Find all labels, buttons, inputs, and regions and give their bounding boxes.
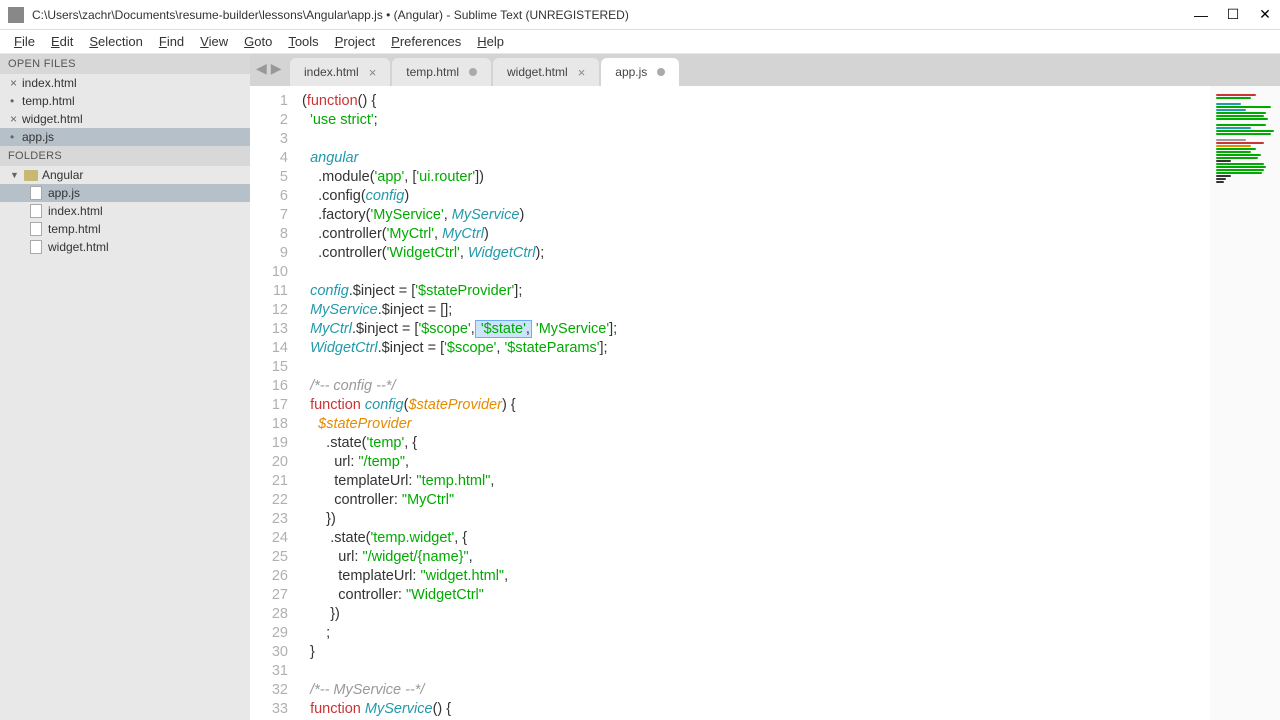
- file-icon: [30, 222, 42, 236]
- file-name: app.js: [22, 130, 54, 144]
- dirty-icon[interactable]: [657, 68, 665, 76]
- tab-label: index.html: [304, 65, 359, 79]
- file-name: index.html: [48, 204, 103, 218]
- close-icon[interactable]: ×: [369, 65, 377, 80]
- open-file-item[interactable]: •app.js: [0, 128, 250, 146]
- file-name: widget.html: [22, 112, 83, 126]
- close-button[interactable]: ✕: [1258, 8, 1272, 22]
- menu-project[interactable]: Project: [327, 32, 383, 51]
- maximize-button[interactable]: ☐: [1226, 8, 1240, 22]
- sidebar: OPEN FILES ×index.html•temp.html×widget.…: [0, 54, 250, 720]
- minimap[interactable]: [1210, 86, 1280, 720]
- tree-file-item[interactable]: index.html: [0, 202, 250, 220]
- dirty-icon[interactable]: •: [10, 130, 20, 144]
- tab-label: widget.html: [507, 65, 568, 79]
- tab[interactable]: widget.html ×: [493, 58, 599, 86]
- title-bar: C:\Users\zachr\Documents\resume-builder\…: [0, 0, 1280, 30]
- tab[interactable]: index.html ×: [290, 58, 390, 86]
- window-title: C:\Users\zachr\Documents\resume-builder\…: [32, 8, 1194, 22]
- menu-selection[interactable]: Selection: [81, 32, 150, 51]
- menu-file[interactable]: File: [6, 32, 43, 51]
- dirty-icon[interactable]: •: [10, 94, 20, 108]
- open-file-item[interactable]: ×widget.html: [0, 110, 250, 128]
- close-icon[interactable]: ×: [10, 112, 20, 126]
- tab-label: temp.html: [406, 65, 459, 79]
- tree-file-item[interactable]: app.js: [0, 184, 250, 202]
- open-files-header: OPEN FILES: [0, 54, 250, 74]
- file-name: widget.html: [48, 240, 109, 254]
- line-gutter: 1234567891011121314151617181920212223242…: [250, 86, 298, 720]
- close-icon[interactable]: ×: [10, 76, 20, 90]
- menu-view[interactable]: View: [192, 32, 236, 51]
- folder-name: Angular: [42, 168, 83, 182]
- editor-area: ◀ ▶ index.html × temp.html widget.html × app.…: [250, 54, 1280, 720]
- minimize-button[interactable]: —: [1194, 8, 1208, 22]
- dirty-icon[interactable]: [469, 68, 477, 76]
- nav-forward-icon[interactable]: ▶: [271, 60, 282, 77]
- open-file-item[interactable]: ×index.html: [0, 74, 250, 92]
- code-editor[interactable]: 1234567891011121314151617181920212223242…: [250, 86, 1280, 720]
- tab[interactable]: temp.html: [392, 58, 491, 86]
- menu-goto[interactable]: Goto: [236, 32, 280, 51]
- file-name: temp.html: [22, 94, 75, 108]
- folder-root[interactable]: ▼ Angular: [0, 166, 250, 184]
- file-name: temp.html: [48, 222, 101, 236]
- file-icon: [30, 204, 42, 218]
- folder-icon: [24, 170, 38, 181]
- menu-find[interactable]: Find: [151, 32, 192, 51]
- menu-tools[interactable]: Tools: [280, 32, 326, 51]
- file-icon: [30, 240, 42, 254]
- tab[interactable]: app.js: [601, 58, 679, 86]
- tab-label: app.js: [615, 65, 647, 79]
- file-icon: [30, 186, 42, 200]
- file-name: index.html: [22, 76, 77, 90]
- tree-file-item[interactable]: temp.html: [0, 220, 250, 238]
- open-file-item[interactable]: •temp.html: [0, 92, 250, 110]
- menu-edit[interactable]: Edit: [43, 32, 81, 51]
- nav-back-icon[interactable]: ◀: [256, 60, 267, 77]
- close-icon[interactable]: ×: [578, 65, 586, 80]
- code-content[interactable]: (function() { 'use strict'; angular .mod…: [298, 86, 1210, 720]
- tab-bar: ◀ ▶ index.html × temp.html widget.html × app.…: [250, 54, 1280, 86]
- menu-preferences[interactable]: Preferences: [383, 32, 469, 51]
- menu-bar: FileEditSelectionFindViewGotoToolsProjec…: [0, 30, 1280, 54]
- file-name: app.js: [48, 186, 80, 200]
- menu-help[interactable]: Help: [469, 32, 512, 51]
- chevron-down-icon: ▼: [10, 170, 20, 180]
- tree-file-item[interactable]: widget.html: [0, 238, 250, 256]
- app-icon: [8, 7, 24, 23]
- folders-header: FOLDERS: [0, 146, 250, 166]
